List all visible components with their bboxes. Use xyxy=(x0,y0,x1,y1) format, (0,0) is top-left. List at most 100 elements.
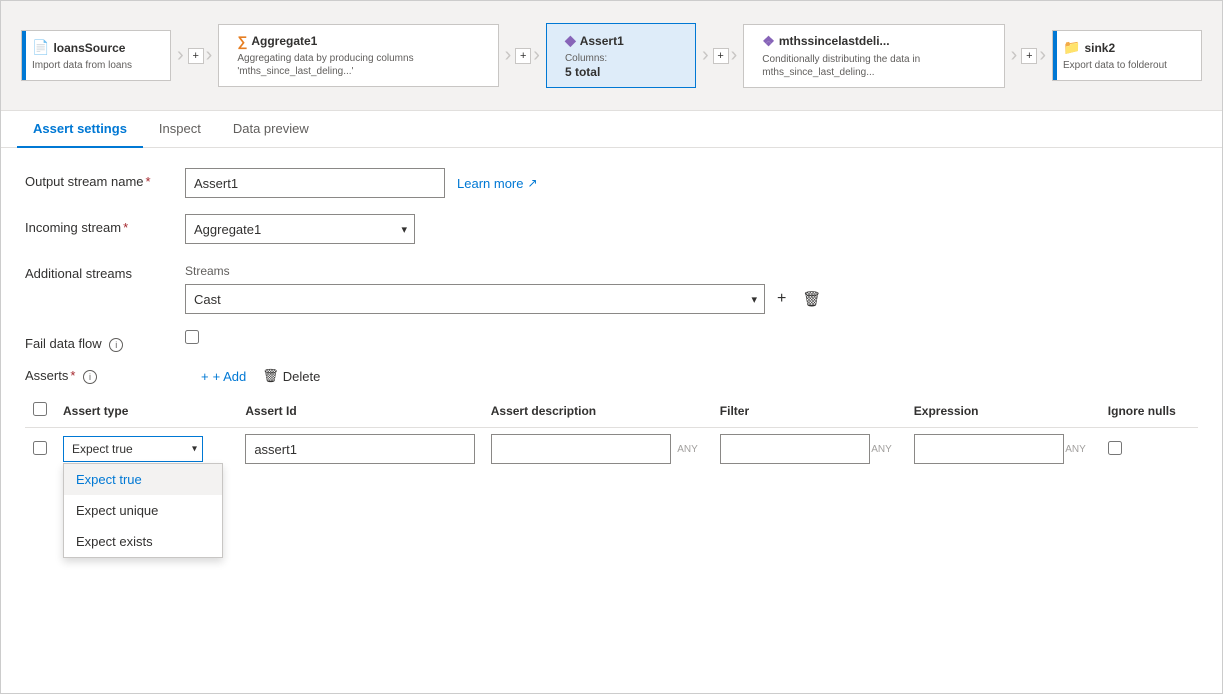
node-icon: 📄 xyxy=(32,39,49,56)
output-stream-input[interactable] xyxy=(185,168,445,198)
ignore-nulls-cell xyxy=(1100,428,1198,471)
main-content: Output stream name* Learn more ↗ Incomin… xyxy=(1,148,1222,693)
filter-input-container: ANY xyxy=(720,434,898,464)
trash-icon: 🗑 xyxy=(802,290,821,308)
assert-id-input[interactable] xyxy=(245,434,474,464)
node-desc-sink: Export data to folderout xyxy=(1063,59,1187,72)
pipeline-header: 📄 loansSource Import data from loans › +… xyxy=(1,1,1222,111)
assert-type-popup: Expect true Expect unique Expect exists xyxy=(63,463,223,558)
node-columns-count: 5 total xyxy=(565,65,681,79)
fail-data-flow-controls xyxy=(185,330,1198,344)
plus-icon: + xyxy=(777,290,786,308)
incoming-stream-select[interactable]: Aggregate1 loansSource xyxy=(185,214,415,244)
col-expression: Expression xyxy=(906,394,1100,428)
assert-description-input[interactable] xyxy=(491,434,671,464)
add-node-btn-1[interactable]: + xyxy=(188,48,204,64)
arrow-2b: › xyxy=(533,44,540,67)
pipeline-node-sink2[interactable]: 📁 sink2 Export data to folderout xyxy=(1052,30,1202,81)
asserts-label: Asserts* i xyxy=(25,368,185,384)
add-assert-button[interactable]: + + Add xyxy=(201,368,246,384)
tab-assert-settings[interactable]: Assert settings xyxy=(17,111,143,148)
table-select-all-checkbox[interactable] xyxy=(33,402,47,416)
filter-input[interactable] xyxy=(720,434,870,464)
add-node-btn-4[interactable]: + xyxy=(1021,48,1037,64)
streams-section: Streams Cast Aggregate1 loansSource ▾ + xyxy=(185,264,825,314)
add-stream-button[interactable]: + xyxy=(773,286,790,312)
node-desc-mths: Conditionally distributing the data in m… xyxy=(762,53,989,79)
node-desc-agg: Aggregating data by producing columns 'm… xyxy=(237,52,483,78)
dropdown-option-expect-true[interactable]: Expect true xyxy=(64,464,222,495)
output-stream-label: Output stream name* xyxy=(25,168,185,189)
arrow-1: › xyxy=(177,44,184,67)
asserts-row: Asserts* i + + Add 🗑 Delete xyxy=(25,368,1198,470)
streams-sublabel: Streams xyxy=(185,264,825,278)
node-title-assert: ◆ Assert1 xyxy=(565,32,681,49)
col-assert-description: Assert description xyxy=(483,394,712,428)
pipeline-node-aggregate1[interactable]: ∑ Aggregate1 Aggregating data by produci… xyxy=(218,24,498,87)
external-link-icon: ↗ xyxy=(527,176,537,190)
node-columns-label: Columns: xyxy=(565,52,681,65)
delete-icon: 🗑 xyxy=(262,368,279,384)
incoming-stream-label: Incoming stream* xyxy=(25,214,185,235)
arrow-3: › xyxy=(702,44,709,67)
tab-inspect[interactable]: Inspect xyxy=(143,111,217,148)
col-assert-type: Assert type xyxy=(55,394,237,428)
arrow-4b: › xyxy=(1039,44,1046,67)
expression-cell: ANY xyxy=(906,428,1100,471)
delete-stream-button[interactable]: 🗑 xyxy=(798,286,825,312)
dropdown-option-expect-exists[interactable]: Expect exists xyxy=(64,526,222,557)
streams-select[interactable]: Cast Aggregate1 loansSource xyxy=(185,284,765,314)
filter-any-label: ANY xyxy=(871,444,892,455)
assert-type-select[interactable]: Expect true Expect unique Expect exists xyxy=(63,436,203,462)
add-node-btn-2[interactable]: + xyxy=(515,48,531,64)
incoming-stream-dropdown: Aggregate1 loansSource ▾ xyxy=(185,214,415,244)
tab-data-preview[interactable]: Data preview xyxy=(217,111,325,148)
assert-type-cell: Expect true Expect unique Expect exists … xyxy=(55,428,237,471)
streams-dropdown-container: Cast Aggregate1 loansSource ▾ xyxy=(185,284,765,314)
add-icon: + xyxy=(201,369,209,384)
aggregate-icon: ∑ xyxy=(237,33,247,49)
ignore-nulls-checkbox[interactable] xyxy=(1108,441,1122,455)
fail-data-flow-checkbox[interactable] xyxy=(185,330,199,344)
dropdown-option-expect-unique[interactable]: Expect unique xyxy=(64,495,222,526)
tabs-bar: Assert settings Inspect Data preview xyxy=(1,111,1222,148)
additional-streams-row: Additional streams Streams Cast Aggregat… xyxy=(25,260,1198,314)
node-title-sink: 📁 sink2 xyxy=(1063,39,1187,56)
node-title-agg: ∑ Aggregate1 xyxy=(237,33,483,49)
table-row: Expect true Expect unique Expect exists … xyxy=(25,428,1198,471)
fail-data-flow-label: Fail data flow i xyxy=(25,330,185,352)
node-desc: Import data from loans xyxy=(32,59,156,72)
node-title-mths: ❖ mthssincelastdeli... xyxy=(762,33,989,50)
assert-icon: ◆ xyxy=(565,32,576,49)
col-assert-id: Assert Id xyxy=(237,394,482,428)
learn-more-link[interactable]: Learn more ↗ xyxy=(457,176,538,191)
streams-row: Cast Aggregate1 loansSource ▾ + 🗑 xyxy=(185,284,825,314)
main-window: 📄 loansSource Import data from loans › +… xyxy=(0,0,1223,694)
pipeline-canvas: 📄 loansSource Import data from loans › +… xyxy=(17,15,1206,96)
incoming-stream-controls: Aggregate1 loansSource ▾ xyxy=(185,214,1198,244)
delete-assert-button[interactable]: 🗑 Delete xyxy=(262,368,320,384)
arrow-2: › xyxy=(505,44,512,67)
fail-data-flow-row: Fail data flow i xyxy=(25,330,1198,352)
additional-streams-label: Additional streams xyxy=(25,260,185,281)
pipeline-node-assert1[interactable]: ◆ Assert1 Columns: 5 total xyxy=(546,23,696,88)
arrow-4: › xyxy=(1011,44,1018,67)
assert-description-cell: ANY xyxy=(483,428,712,471)
incoming-stream-row: Incoming stream* Aggregate1 loansSource … xyxy=(25,214,1198,244)
col-filter: Filter xyxy=(712,394,906,428)
pipeline-node-mths[interactable]: ❖ mthssincelastdeli... Conditionally dis… xyxy=(743,24,1004,88)
mths-icon: ❖ xyxy=(762,33,775,50)
asserts-table-container: Assert type Assert Id Assert description… xyxy=(25,394,1198,470)
add-node-btn-3[interactable]: + xyxy=(713,48,729,64)
assert-type-dropdown: Expect true Expect unique Expect exists … xyxy=(63,436,203,462)
asserts-actions: + + Add 🗑 Delete xyxy=(201,368,320,384)
fail-data-flow-info-icon: i xyxy=(109,338,123,352)
sink-icon: 📁 xyxy=(1063,39,1080,56)
expression-any-label: ANY xyxy=(1065,444,1086,455)
asserts-table: Assert type Assert Id Assert description… xyxy=(25,394,1198,470)
arrow-3b: › xyxy=(731,44,738,67)
description-any-label: ANY xyxy=(677,444,698,455)
expression-input[interactable] xyxy=(914,434,1064,464)
pipeline-node-loanssource[interactable]: 📄 loansSource Import data from loans xyxy=(21,30,171,81)
row-checkbox[interactable] xyxy=(33,441,47,455)
